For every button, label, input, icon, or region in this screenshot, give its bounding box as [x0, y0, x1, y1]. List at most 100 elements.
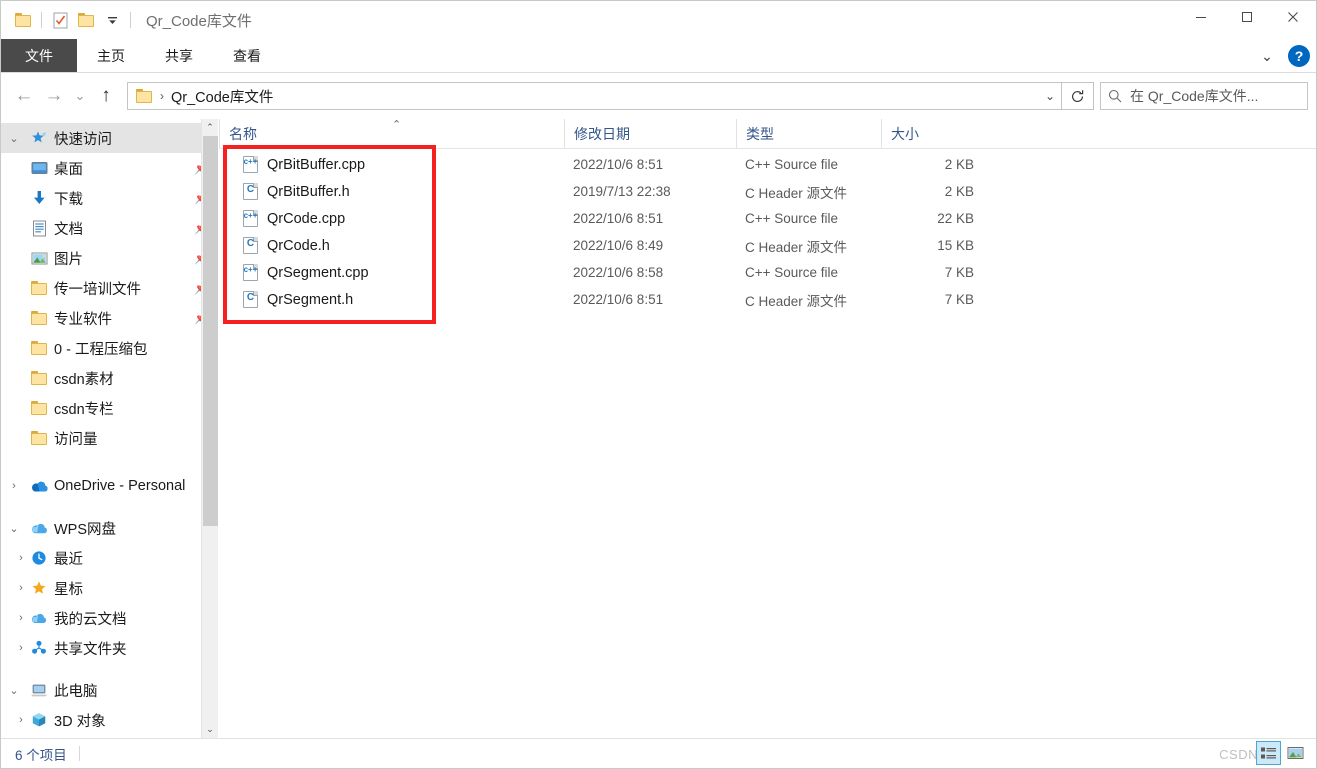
file-date-cell: 2022/10/6 8:58: [573, 265, 664, 280]
sidebar-item-label: 星标: [54, 581, 83, 598]
file-size-cell: 15 KB: [937, 238, 974, 253]
close-button[interactable]: [1270, 1, 1316, 33]
sidebar-item-label: 传一培训文件: [54, 281, 141, 298]
sidebar-item-professional-software[interactable]: 专业软件 📌: [1, 303, 218, 333]
sidebar-item-downloads[interactable]: 下载 📌: [1, 183, 218, 213]
tab-home[interactable]: 主页: [77, 39, 145, 72]
chevron-down-icon[interactable]: ⌄: [1, 684, 27, 697]
chevron-right-icon[interactable]: ›: [1, 714, 27, 726]
navigation-bar: ← → ⌄ ↑ › Qr_Code库文件 ⌄ 在 Qr_Code库文件...: [1, 73, 1316, 119]
sidebar-item-3d-objects[interactable]: › 3D 对象: [1, 705, 218, 735]
sidebar-item-pictures[interactable]: 图片 📌: [1, 243, 218, 273]
breadcrumb[interactable]: Qr_Code库文件: [171, 86, 273, 107]
column-header-type[interactable]: 类型: [736, 119, 881, 148]
sidebar-item-page-views[interactable]: 访问量: [1, 423, 218, 453]
sidebar-item-csdn-column[interactable]: csdn专栏: [1, 393, 218, 423]
sidebar-item-onedrive[interactable]: › OneDrive - Personal: [1, 471, 218, 501]
large-icons-view-button[interactable]: [1283, 741, 1308, 765]
sidebar-item-recent[interactable]: › 最近: [1, 543, 218, 573]
chevron-down-icon[interactable]: ⌄: [1254, 43, 1280, 69]
tab-view[interactable]: 查看: [213, 39, 281, 72]
sidebar-item-my-cloud-docs[interactable]: › 我的云文档: [1, 603, 218, 633]
details-view-button[interactable]: [1256, 741, 1281, 765]
sidebar-item-training-files[interactable]: 传一培训文件 📌: [1, 273, 218, 303]
up-button[interactable]: ↑: [91, 81, 121, 111]
help-button[interactable]: ?: [1288, 45, 1310, 67]
table-row[interactable]: C QrBitBuffer.h 2019/7/13 22:38 C Header…: [219, 178, 1316, 205]
toolbar-divider: [41, 12, 42, 28]
column-header-size[interactable]: 大小: [881, 119, 986, 148]
chevron-right-icon[interactable]: ›: [1, 480, 27, 492]
recent-locations-button[interactable]: ⌄: [69, 81, 91, 111]
file-type-cell: C++ Source file: [745, 157, 839, 172]
sidebar-item-label: 3D 对象: [54, 713, 106, 730]
sidebar-item-documents[interactable]: 文档 📌: [1, 213, 218, 243]
sidebar-item-starred[interactable]: › 星标: [1, 573, 218, 603]
refresh-button[interactable]: [1062, 82, 1094, 110]
file-date-cell: 2022/10/6 8:49: [573, 238, 664, 253]
folder-icon[interactable]: [10, 7, 36, 33]
file-name-cell[interactable]: c++ QrSegment.cpp: [219, 264, 564, 281]
folder-icon: [27, 281, 51, 295]
file-size-cell: 2 KB: [944, 157, 974, 172]
address-bar[interactable]: › Qr_Code库文件 ⌄: [127, 82, 1062, 110]
tab-share[interactable]: 共享: [145, 39, 213, 72]
minimize-button[interactable]: [1178, 1, 1224, 33]
table-row[interactable]: C QrCode.h 2022/10/6 8:49 C Header 源文件 1…: [219, 232, 1316, 259]
address-dropdown-icon[interactable]: ⌄: [1045, 83, 1055, 109]
table-row[interactable]: c++ QrBitBuffer.cpp 2022/10/6 8:51 C++ S…: [219, 151, 1316, 178]
sidebar-item-wps-cloud[interactable]: ⌄ WPS网盘: [1, 513, 218, 543]
file-name-cell[interactable]: C QrSegment.h: [219, 291, 564, 308]
file-date-cell: 2019/7/13 22:38: [573, 184, 671, 199]
breadcrumb-separator: ›: [160, 89, 164, 103]
chevron-right-icon[interactable]: ›: [1, 552, 27, 564]
sidebar-item-this-pc[interactable]: ⌄ 此电脑: [1, 675, 218, 705]
sidebar-item-label: 最近: [54, 551, 83, 568]
folder-icon: [27, 371, 51, 385]
properties-icon[interactable]: [47, 7, 73, 33]
sidebar-item-project-archives[interactable]: 0 - 工程压缩包: [1, 333, 218, 363]
sidebar-item-desktop[interactable]: 桌面 📌: [1, 153, 218, 183]
file-name-label: QrSegment.h: [267, 291, 354, 308]
sidebar-item-csdn-materials[interactable]: csdn素材: [1, 363, 218, 393]
3d-objects-icon: [27, 712, 51, 728]
tree-group-quick-access[interactable]: ⌄ 快速访问: [1, 123, 218, 153]
table-row[interactable]: C QrSegment.h 2022/10/6 8:51 C Header 源文…: [219, 286, 1316, 313]
breadcrumb-folder-icon: [136, 89, 153, 103]
folder-icon: [27, 401, 51, 415]
chevron-down-icon[interactable]: ⌄: [1, 132, 27, 145]
back-button[interactable]: ←: [9, 81, 39, 111]
sidebar-item-shared-folder[interactable]: › 共享文件夹: [1, 633, 218, 663]
maximize-button[interactable]: [1224, 1, 1270, 33]
file-name-cell[interactable]: C QrBitBuffer.h: [219, 183, 564, 200]
search-input[interactable]: 在 Qr_Code库文件...: [1100, 82, 1308, 110]
sidebar-item-label: csdn专栏: [54, 401, 114, 418]
scroll-up-button[interactable]: ⌃: [202, 119, 218, 136]
table-row[interactable]: c++ QrSegment.cpp 2022/10/6 8:58 C++ Sou…: [219, 259, 1316, 286]
this-pc-icon: [27, 683, 51, 698]
folder-icon: [27, 431, 51, 445]
table-row[interactable]: c++ QrCode.cpp 2022/10/6 8:51 C++ Source…: [219, 205, 1316, 232]
navigation-pane-scrollbar[interactable]: ⌃ ⌄: [201, 119, 218, 738]
scrollbar-thumb[interactable]: [203, 136, 218, 526]
file-name-cell[interactable]: C QrCode.h: [219, 237, 564, 254]
chevron-right-icon[interactable]: ›: [1, 612, 27, 624]
file-name-cell[interactable]: c++ QrCode.cpp: [219, 210, 564, 227]
chevron-down-icon[interactable]: ⌄: [1, 522, 27, 535]
forward-button[interactable]: →: [39, 81, 69, 111]
sidebar-item-label: 此电脑: [54, 683, 98, 700]
scroll-down-button[interactable]: ⌄: [202, 721, 218, 738]
file-name-cell[interactable]: c++ QrBitBuffer.cpp: [219, 156, 564, 173]
customize-dropdown-icon[interactable]: [99, 7, 125, 33]
ribbon-right-controls: ⌄ ?: [1254, 39, 1310, 73]
sidebar-item-label: 文档: [54, 221, 83, 238]
quick-access-toolbar: [1, 7, 136, 33]
chevron-right-icon[interactable]: ›: [1, 642, 27, 654]
file-name-label: QrBitBuffer.cpp: [267, 156, 366, 173]
new-folder-icon[interactable]: [73, 7, 99, 33]
tab-file[interactable]: 文件: [1, 39, 77, 72]
column-header-date-modified[interactable]: 修改日期: [564, 119, 736, 148]
folder-icon: [27, 341, 51, 355]
title-bar: Qr_Code库文件: [1, 1, 1316, 39]
chevron-right-icon[interactable]: ›: [1, 582, 27, 594]
